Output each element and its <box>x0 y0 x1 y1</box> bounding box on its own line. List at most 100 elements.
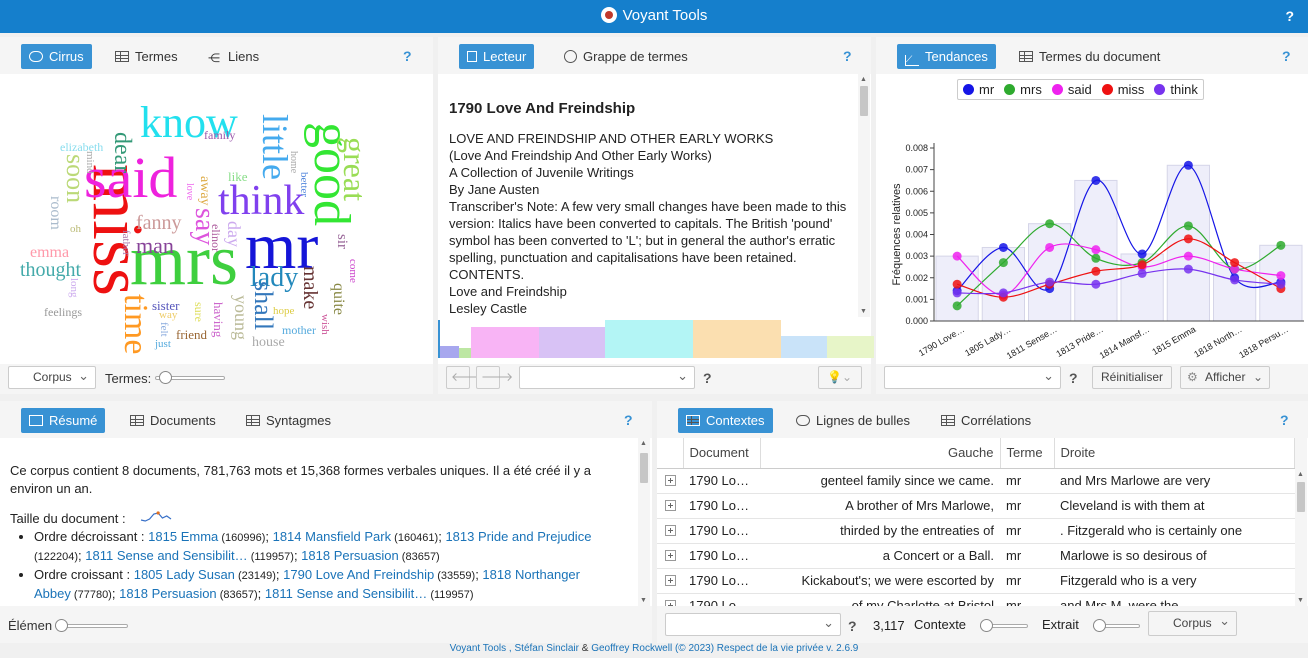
trends-help-icon[interactable]: ? <box>1282 48 1291 64</box>
scroll-down-icon[interactable]: ▼ <box>860 308 867 315</box>
document-segment[interactable] <box>440 346 459 358</box>
data-point[interactable] <box>998 288 1008 298</box>
data-point[interactable] <box>1183 251 1193 261</box>
col-document[interactable]: Document <box>683 438 761 469</box>
cloud-word[interactable]: way <box>159 310 177 321</box>
contexts-scrollbar[interactable]: ▲ ▼ <box>1295 438 1307 606</box>
cloud-word[interactable]: wish <box>319 314 331 335</box>
row-expander[interactable] <box>657 518 683 544</box>
cloud-word[interactable]: mind <box>84 151 96 174</box>
corpus-button[interactable]: Corpus <box>8 366 96 389</box>
cloud-word[interactable]: having <box>211 302 226 337</box>
contexts-corpus-button[interactable]: Corpus <box>1148 611 1237 636</box>
document-segment[interactable] <box>827 336 874 358</box>
cloud-word[interactable]: great <box>337 137 373 201</box>
data-point[interactable] <box>952 251 962 261</box>
expand-icon[interactable] <box>664 500 676 511</box>
contexts-help-icon[interactable]: ? <box>1280 412 1289 428</box>
cloud-word[interactable]: felt <box>158 322 170 337</box>
document-link[interactable]: 1805 Lady Susan <box>134 567 235 582</box>
table-row[interactable]: 1790 Lo… thirded by the entreaties of mr. … <box>657 518 1295 544</box>
cloud-word[interactable]: better <box>298 172 310 197</box>
cloud-word[interactable]: home <box>288 151 299 173</box>
trends-small-help-icon[interactable]: ? <box>1069 370 1078 386</box>
col-terme[interactable]: Terme <box>1000 438 1055 469</box>
cloud-word[interactable]: sir <box>334 234 350 249</box>
data-point[interactable] <box>1091 279 1101 289</box>
table-row[interactable]: 1790 Lo… A brother of Mrs Marlowe, mr Cleve… <box>657 493 1295 519</box>
cloud-word[interactable]: hope <box>273 306 294 317</box>
cloud-word[interactable]: sure <box>192 302 206 322</box>
data-point[interactable] <box>1230 258 1240 268</box>
app-title[interactable]: Voyant Tools <box>0 7 1308 24</box>
elements-slider[interactable] <box>55 619 128 632</box>
document-segment[interactable] <box>471 327 539 358</box>
cloud-word[interactable]: house <box>252 336 285 350</box>
cloud-word[interactable]: fanny <box>136 213 182 233</box>
scroll-up-icon[interactable]: ▲ <box>860 76 867 83</box>
cloud-word[interactable]: emma <box>30 245 69 261</box>
data-point[interactable] <box>952 288 962 298</box>
cloud-word[interactable]: love <box>184 183 195 200</box>
expand-icon[interactable] <box>664 475 676 486</box>
col-droite[interactable]: Droite <box>1054 438 1295 469</box>
cloud-word[interactable]: father <box>120 230 132 256</box>
data-point[interactable] <box>1045 219 1055 229</box>
terms-slider[interactable] <box>155 371 225 384</box>
row-expander[interactable] <box>657 468 683 494</box>
document-position-bar[interactable] <box>438 320 874 358</box>
cloud-word[interactable]: like <box>228 170 248 183</box>
tab-termes[interactable]: Termes <box>107 44 186 69</box>
cloud-word[interactable]: away <box>197 176 212 206</box>
data-point[interactable] <box>1230 275 1240 285</box>
footer-voyant-link[interactable]: Voyant Tools <box>450 643 507 654</box>
document-link[interactable]: 1815 Emma <box>148 529 218 544</box>
footer-author2-link[interactable]: Geoffrey Rockwell <box>591 643 672 654</box>
extract-slider-knob[interactable] <box>1093 619 1106 632</box>
scroll-down-icon[interactable]: ▼ <box>1297 597 1304 604</box>
cloud-word[interactable]: man <box>136 235 174 257</box>
data-point[interactable] <box>1045 242 1055 252</box>
data-point[interactable] <box>1183 160 1193 170</box>
data-point[interactable] <box>1091 245 1101 255</box>
reader-small-help-icon[interactable]: ? <box>703 370 712 386</box>
data-point[interactable] <box>952 301 962 311</box>
tab-syntagmes[interactable]: Syntagmes <box>238 408 339 433</box>
cloud-word[interactable]: quite <box>330 283 347 315</box>
document-link[interactable]: 1818 Persuasion <box>301 548 399 563</box>
document-segment[interactable] <box>692 320 782 358</box>
table-row[interactable]: 1790 Lo… genteel family since we came. mr a… <box>657 468 1295 494</box>
cloud-word[interactable]: friend <box>176 328 207 341</box>
expand-icon[interactable] <box>664 525 676 536</box>
data-point[interactable] <box>1137 260 1147 270</box>
cloud-word[interactable]: time <box>117 294 154 354</box>
cirrus-help-icon[interactable]: ? <box>403 48 412 64</box>
tab-documents[interactable]: Documents <box>122 408 224 433</box>
document-link[interactable]: 1811 Sense and Sensibilit… <box>85 548 247 563</box>
cloud-word[interactable]: think <box>218 180 304 222</box>
cloud-word[interactable]: dear <box>109 132 135 173</box>
document-link[interactable]: 1818 Persuasion <box>119 586 217 601</box>
data-point[interactable] <box>1091 175 1101 185</box>
document-segment[interactable] <box>538 327 606 358</box>
row-expander[interactable] <box>657 593 683 606</box>
tab-lecteur[interactable]: Lecteur <box>459 44 535 69</box>
reset-button[interactable]: Réinitialiser <box>1092 366 1173 389</box>
cloud-word[interactable]: young <box>231 295 251 340</box>
document-segment[interactable] <box>458 348 472 358</box>
table-row[interactable]: 1790 Lo… Kickabout's; we were escorted by… <box>657 568 1295 594</box>
col-gauche[interactable]: Gauche <box>760 438 1001 469</box>
row-expander[interactable] <box>657 543 683 569</box>
cloud-word[interactable]: thought <box>20 260 81 280</box>
lightbulb-icon[interactable]: 💡⌄ <box>818 366 862 389</box>
tab-tendances[interactable]: ⟋ Tendances <box>897 44 996 69</box>
data-point[interactable] <box>1183 221 1193 231</box>
contexts-small-help-icon[interactable]: ? <box>848 618 857 634</box>
data-point[interactable] <box>1276 240 1286 250</box>
summary-scrollbar[interactable]: ▲ ▼ <box>638 438 650 606</box>
document-link[interactable]: 1813 Pride and Prejudice <box>445 529 591 544</box>
document-link[interactable]: 1814 Mansfield Park <box>273 529 392 544</box>
data-point[interactable] <box>1183 264 1193 274</box>
show-button[interactable]: ⚙ Afficher ⌄ <box>1180 366 1270 389</box>
data-point[interactable] <box>1045 277 1055 287</box>
